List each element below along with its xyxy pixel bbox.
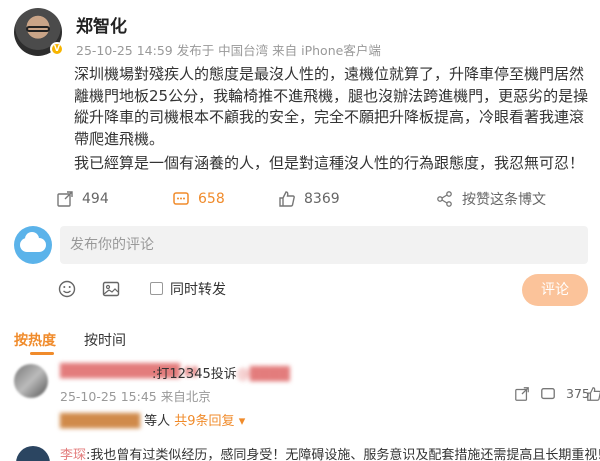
reply-users-redacted: ████████ — [60, 414, 140, 429]
commenter-name[interactable]: 李琛 — [60, 448, 86, 461]
also-repost-checkbox[interactable] — [150, 282, 163, 295]
also-repost-label: 同时转发 — [170, 282, 226, 298]
comment-button[interactable]: 658 — [172, 188, 225, 210]
submit-comment-button[interactable]: 评论 — [522, 274, 588, 306]
post-actions: 494 658 8369 按赞这条博文 — [0, 188, 600, 210]
mention-redacted: @████ — [236, 367, 290, 382]
author-name[interactable]: 郑智化 — [76, 12, 127, 37]
view-replies-link[interactable]: 共9条回复 ▾ — [174, 414, 245, 429]
verified-badge-icon: V — [50, 42, 64, 56]
comment-item: 李琛:我也曾有过类似经历，感同身受！无障碍设施、服务意识及配套措施还需提高且长期… — [14, 444, 600, 461]
like-button[interactable]: 8369 — [278, 188, 340, 210]
reply-suffix: 等人 — [144, 414, 171, 429]
repost-icon[interactable] — [514, 386, 530, 402]
avatar-glasses — [26, 26, 50, 32]
composer-tools: 同时转发 评论 — [0, 274, 600, 306]
tab-sort-time[interactable]: 按时间 — [84, 330, 126, 350]
repost-count: 494 — [82, 191, 109, 207]
reply-summary: ████████ 等人 共9条回复 ▾ — [60, 410, 245, 429]
share-label: 按赞这条博文 — [462, 192, 546, 208]
comment-body: :打12345投诉 — [152, 367, 237, 382]
post-body: 深圳機場對殘疾人的態度是最沒人性的，遠機位就算了，升降車停至機門居然離機門地板2… — [74, 64, 590, 175]
comment-composer: 发布你的评论 — [14, 224, 590, 266]
tab-sort-hot[interactable]: 按热度 — [14, 330, 56, 350]
comment-text: 李琛:我也曾有过类似经历，感同身受！无障碍设施、服务意识及配套措施还需提高且长期… — [60, 444, 600, 461]
share-icon — [437, 191, 452, 207]
active-tab-indicator — [30, 352, 54, 355]
repost-button[interactable]: 494 — [56, 188, 109, 210]
view-replies-label: 共9条回复 — [174, 414, 235, 429]
commenter-avatar[interactable] — [16, 446, 50, 461]
comment-meta: 25-10-25 15:45 来自北京 — [60, 389, 211, 404]
like-count: 8369 — [304, 191, 340, 207]
comment-body: :我也曾有过类似经历，感同身受！无障碍设施、服务意识及配套措施还需提高且长期重视… — [86, 448, 600, 461]
comment-text: :打12345投诉@████ — [152, 363, 290, 382]
comment-item: ████████████ ▮▮ :打12345投诉@████ 25-10-25 … — [14, 362, 600, 432]
thumbs-up-icon — [279, 191, 295, 207]
share-button[interactable]: 按赞这条博文 — [436, 188, 546, 210]
image-icon[interactable] — [102, 280, 120, 298]
post-header: V 郑智化 25-10-25 14:59 发布于 中国台湾 来自 iPhone客… — [14, 6, 586, 60]
comment-like-count: 375 — [566, 386, 590, 401]
post-paragraph: 我已經算是一個有涵養的人，但是對這種沒人性的行為跟態度，我忍無可忍！ — [74, 154, 585, 172]
post-paragraph: 深圳機場對殘疾人的態度是最沒人性的，遠機位就算了，升降車停至機門居然離機門地板2… — [74, 65, 589, 148]
comment-icon[interactable] — [540, 386, 556, 402]
comment-count: 658 — [198, 191, 225, 207]
comment-sort-tabs: 按热度 按时间 — [14, 330, 314, 355]
commenter-avatar[interactable] — [14, 364, 48, 398]
emoji-icon[interactable] — [58, 280, 76, 298]
post-meta: 25-10-25 14:59 发布于 中国台湾 来自 iPhone客户端 — [76, 43, 381, 58]
my-avatar — [14, 226, 52, 264]
comment-input[interactable]: 发布你的评论 — [60, 226, 588, 264]
comment-icon — [173, 192, 189, 205]
repost-icon — [57, 191, 73, 207]
cloud-icon — [20, 232, 46, 252]
